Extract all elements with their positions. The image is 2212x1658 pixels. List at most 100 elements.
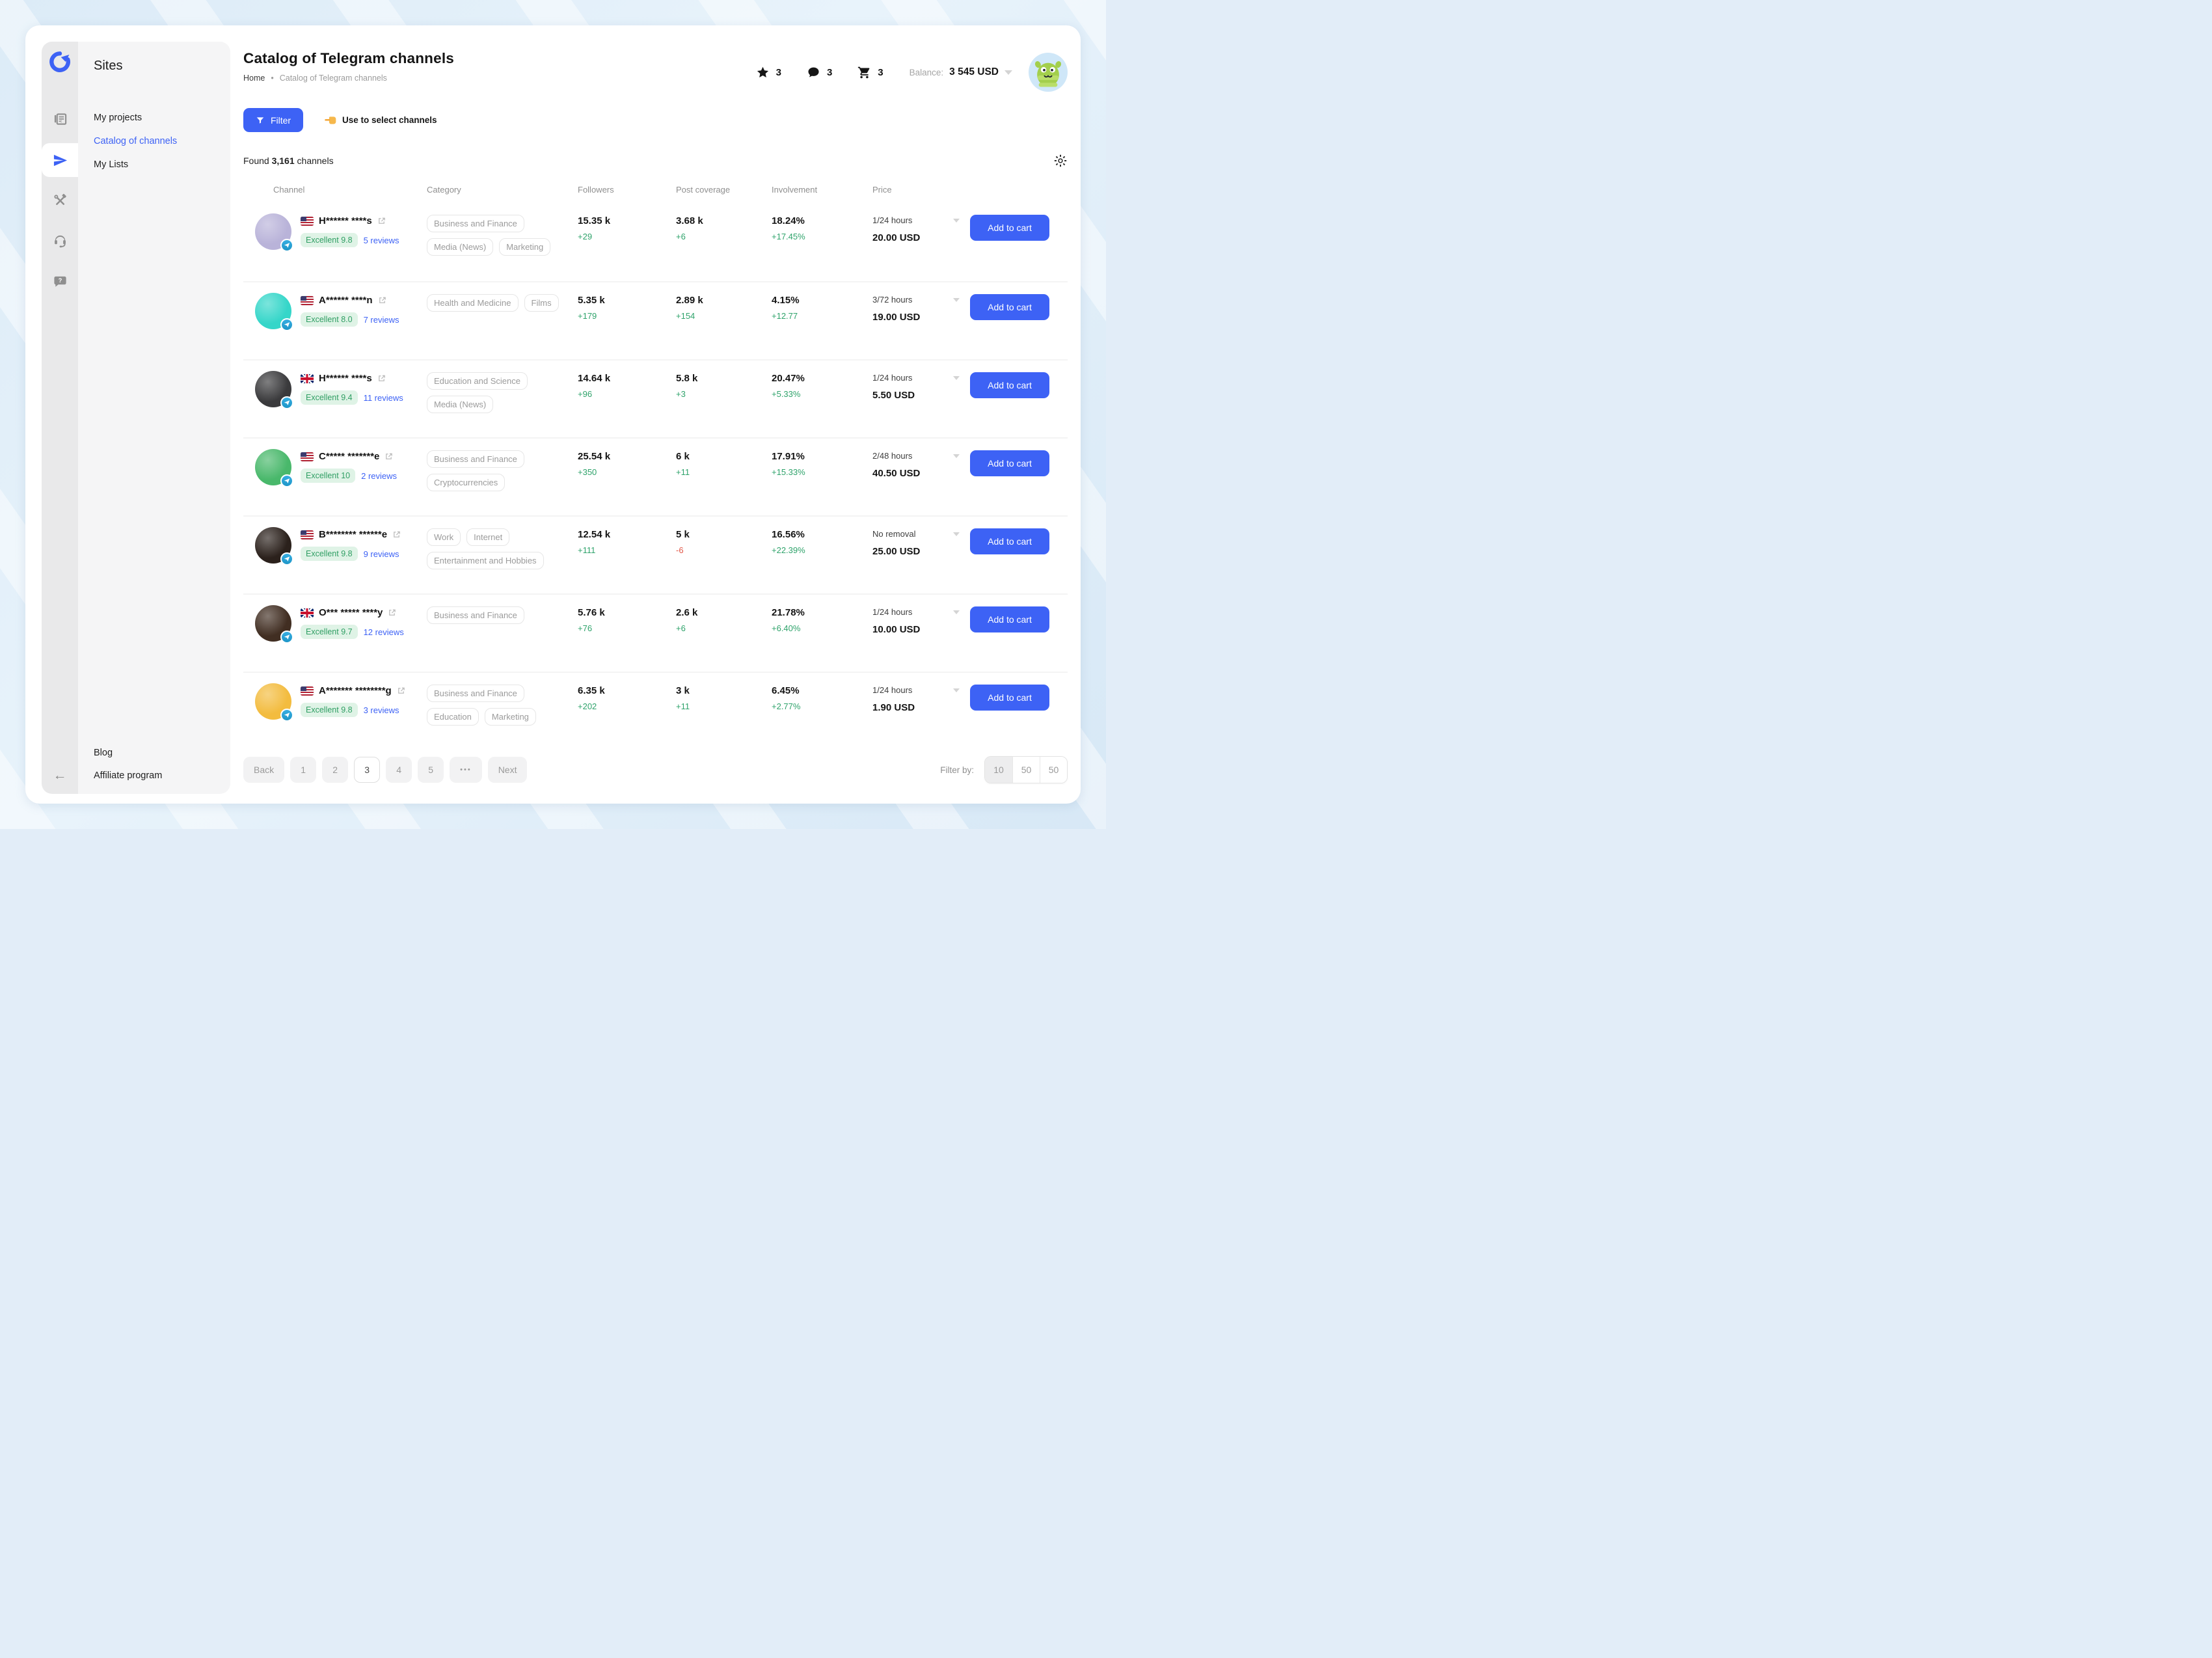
filter-by-label: Filter by: — [940, 765, 974, 775]
removal-dropdown[interactable]: 2/48 hours — [872, 451, 960, 461]
table-row: A******* ********g Excellent 9.8 3 revie… — [243, 672, 1068, 750]
filter-button[interactable]: Filter — [243, 108, 303, 132]
external-link-icon[interactable] — [392, 530, 401, 539]
channel-name-link[interactable]: B******** ******e — [301, 529, 401, 540]
channel-name-link[interactable]: O*** ***** ****y — [301, 607, 404, 618]
page-size-filter: Filter by: 105050 — [940, 756, 1068, 783]
post-coverage-value: 2.6 k — [676, 607, 772, 618]
category-pill: Education and Science — [427, 372, 528, 390]
external-link-icon[interactable] — [377, 374, 386, 383]
external-link-icon[interactable] — [384, 452, 393, 461]
channel-name-link[interactable]: A******* ********g — [301, 685, 405, 696]
channel-name-link[interactable]: A****** ****n — [301, 295, 399, 306]
sidebar-item-my-lists[interactable]: My Lists — [94, 159, 230, 170]
page-size-option[interactable]: 10 — [985, 757, 1012, 783]
add-to-cart-button[interactable]: Add to cart — [970, 606, 1049, 632]
telegram-badge-icon — [280, 631, 293, 644]
headset-support-icon[interactable] — [42, 224, 78, 258]
removal-dropdown[interactable]: No removal — [872, 529, 960, 539]
add-to-cart-button[interactable]: Add to cart — [970, 685, 1049, 711]
followers-cell: 12.54 k +111 — [578, 527, 676, 593]
add-to-cart-button[interactable]: Add to cart — [970, 528, 1049, 554]
pages-ellipsis-button[interactable]: ••• — [450, 757, 482, 783]
page-header: Catalog of Telegram channels Home • Cata… — [243, 50, 1068, 92]
add-to-cart-button[interactable]: Add to cart — [970, 215, 1049, 241]
reviews-link[interactable]: 11 reviews — [364, 393, 403, 403]
post-coverage-change: +11 — [676, 467, 772, 477]
page-size-option[interactable]: 50 — [1012, 757, 1040, 783]
channel-avatar — [255, 527, 291, 564]
channel-name: C***** *******e — [319, 451, 379, 462]
channel-name-link[interactable]: H****** ****s — [301, 373, 403, 384]
collapse-sidebar-arrow-icon[interactable]: ← — [53, 768, 67, 783]
channel-name-link[interactable]: C***** *******e — [301, 451, 397, 462]
breadcrumb-current: Catalog of Telegram channels — [280, 74, 387, 83]
favorites-button[interactable]: 3 — [748, 66, 790, 79]
breadcrumb-home-link[interactable]: Home — [243, 74, 265, 83]
sidebar-link-affiliate-program[interactable]: Affiliate program — [94, 770, 230, 781]
sidebar-link-blog[interactable]: Blog — [94, 748, 230, 758]
removal-dropdown[interactable]: 1/24 hours — [872, 607, 960, 617]
removal-dropdown[interactable]: 1/24 hours — [872, 215, 960, 225]
removal-dropdown[interactable]: 1/24 hours — [872, 685, 960, 695]
messages-button[interactable]: 3 — [798, 66, 841, 79]
page-button[interactable]: 3 — [354, 757, 380, 783]
channel-cell: B******** ******e Excellent 9.8 9 review… — [243, 527, 427, 593]
page-button[interactable]: 2 — [322, 757, 348, 783]
page-button[interactable]: 1 — [290, 757, 316, 783]
reviews-link[interactable]: 3 reviews — [364, 705, 399, 715]
page-size-option[interactable]: 50 — [1040, 757, 1067, 783]
pagination: Back12345•••Next Filter by: 105050 — [243, 756, 1068, 800]
page-button[interactable]: 4 — [386, 757, 412, 783]
removal-label: 2/48 hours — [872, 451, 912, 461]
cart-button[interactable]: 3 — [849, 66, 891, 79]
user-avatar[interactable] — [1029, 53, 1068, 92]
involvement-change: +17.45% — [772, 232, 872, 241]
removal-dropdown[interactable]: 1/24 hours — [872, 373, 960, 383]
settings-gear-icon[interactable] — [1053, 154, 1068, 168]
back-button[interactable]: Back — [243, 757, 284, 783]
removal-dropdown[interactable]: 3/72 hours — [872, 295, 960, 305]
brand-logo-icon[interactable] — [49, 51, 71, 73]
post-coverage-value: 2.89 k — [676, 295, 772, 306]
external-link-icon[interactable] — [378, 296, 386, 305]
channel-meta: Excellent 9.7 12 reviews — [301, 625, 404, 639]
filter-funnel-icon — [256, 116, 265, 125]
sidebar-item-catalog-of-channels[interactable]: Catalog of channels — [94, 136, 230, 146]
reviews-link[interactable]: 12 reviews — [364, 627, 404, 637]
add-to-cart-button[interactable]: Add to cart — [970, 450, 1049, 476]
next-button[interactable]: Next — [488, 757, 528, 783]
removal-label: 1/24 hours — [872, 215, 912, 225]
projects-icon[interactable] — [42, 103, 78, 137]
reviews-link[interactable]: 5 reviews — [364, 236, 399, 245]
external-link-icon[interactable] — [388, 608, 396, 617]
page-button[interactable]: 5 — [418, 757, 444, 783]
removal-label: 1/24 hours — [872, 373, 912, 383]
price-cell: 2/48 hours 40.50 USD — [872, 449, 970, 515]
category-pill: Business and Finance — [427, 606, 524, 624]
help-chat-icon[interactable]: ? — [42, 264, 78, 298]
reviews-link[interactable]: 7 reviews — [364, 315, 399, 325]
rating-badge: Excellent 9.8 — [301, 233, 358, 247]
category-pill: Cryptocurrencies — [427, 474, 505, 491]
tools-icon[interactable] — [42, 183, 78, 217]
sidebar-item-my-projects[interactable]: My projects — [94, 113, 230, 123]
channel-name-link[interactable]: H****** ****s — [301, 215, 399, 226]
sidebar-icon-rail: ? ← — [42, 42, 78, 794]
flag-us-icon — [301, 530, 314, 539]
category-pill: Internet — [466, 528, 509, 546]
involvement-value: 6.45% — [772, 685, 872, 696]
external-link-icon[interactable] — [377, 217, 386, 225]
reviews-link[interactable]: 2 reviews — [361, 471, 397, 481]
add-to-cart-button[interactable]: Add to cart — [970, 294, 1049, 320]
external-link-icon[interactable] — [397, 686, 405, 695]
flag-us-icon — [301, 296, 314, 305]
reviews-link[interactable]: 9 reviews — [364, 549, 399, 559]
chevron-down-icon — [953, 219, 960, 223]
catalog-send-icon[interactable] — [42, 143, 78, 177]
category-pill: Media (News) — [427, 238, 493, 256]
add-to-cart-button[interactable]: Add to cart — [970, 372, 1049, 398]
app-window: ? ← Sites My projectsCatalog of channels… — [25, 25, 1081, 804]
balance-dropdown[interactable]: Balance: 3 545 USD — [910, 66, 1012, 78]
chevron-down-icon — [953, 298, 960, 302]
